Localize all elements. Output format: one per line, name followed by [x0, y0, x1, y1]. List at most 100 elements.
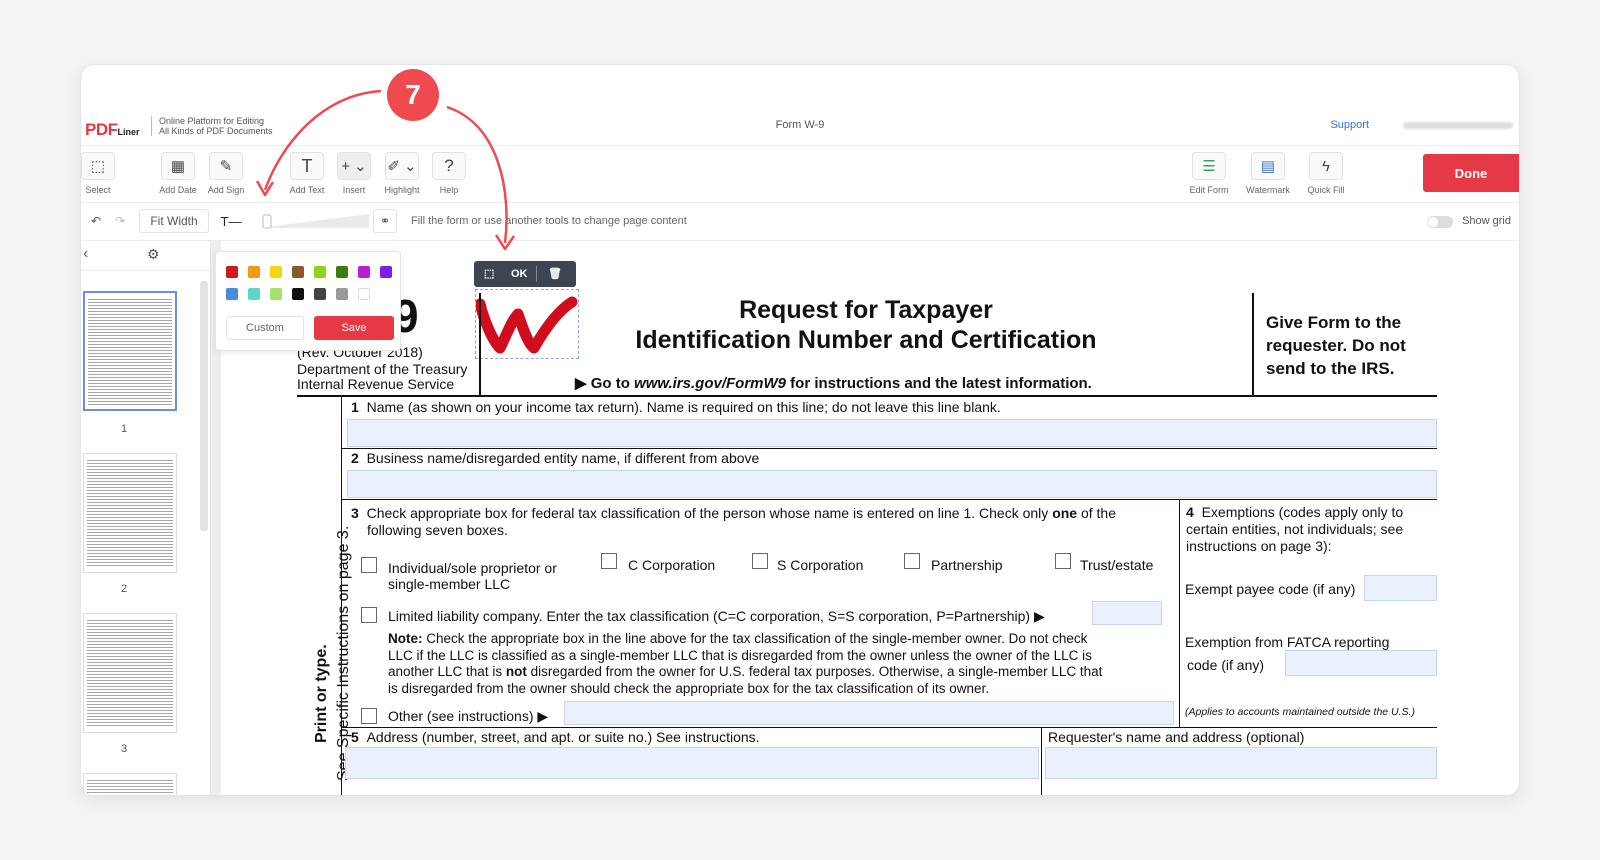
- fit-width-select[interactable]: Fit Width: [139, 209, 209, 233]
- undo-icon[interactable]: ↶: [85, 209, 107, 233]
- color-swatch[interactable]: [314, 288, 326, 300]
- give-form-note: Give Form to the requester. Do not send to…: [1266, 313, 1406, 378]
- print-or-type-label: Print or type.: [313, 644, 330, 743]
- done-button[interactable]: Done: [1423, 154, 1519, 192]
- color-swatch[interactable]: [270, 266, 282, 278]
- color-swatch[interactable]: [292, 266, 304, 278]
- fatca-label: Exemption from FATCA reporting: [1185, 634, 1390, 650]
- thumbnails-header: ‹ ⚙: [81, 241, 210, 271]
- quick-fill-tool[interactable]: ϟ Quick Fill: [1303, 152, 1349, 195]
- thumbnails-scrollbar[interactable]: [200, 281, 208, 531]
- exempt-payee-label: Exempt payee code (if any): [1185, 581, 1356, 597]
- lightning-icon: ϟ: [1309, 152, 1343, 180]
- edit-form-tool[interactable]: ☰ Edit Form: [1186, 152, 1232, 195]
- watermark-tool[interactable]: ▤ Watermark: [1245, 152, 1291, 195]
- form-irs: Internal Revenue Service: [297, 376, 455, 392]
- save-color-button[interactable]: Save: [314, 316, 394, 340]
- add-sign-tool[interactable]: ✎ Add Sign: [203, 152, 249, 195]
- llc-checkbox[interactable]: [361, 607, 377, 623]
- color-swatch[interactable]: [270, 288, 282, 300]
- color-palette-popup: Custom Save: [215, 251, 401, 351]
- fatca-applies-note: (Applies to accounts maintained outside …: [1185, 706, 1415, 718]
- line3-label: 3 Check appropriate box for federal tax …: [351, 505, 1116, 538]
- color-swatch[interactable]: [314, 266, 326, 278]
- llc-note: Note: Check the appropriate box in the l…: [388, 631, 1103, 696]
- page-thumbnail-1[interactable]: [83, 291, 177, 411]
- color-swatch[interactable]: [336, 266, 348, 278]
- text-color-button[interactable]: T—: [213, 209, 249, 233]
- main-toolbar: ⬚ Select ▦ Add Date ✎ Add Sign T Add Tex…: [81, 145, 1519, 203]
- signature-ok-button[interactable]: OK: [511, 268, 528, 280]
- signature-drawing: [474, 296, 578, 354]
- color-swatch[interactable]: [226, 288, 238, 300]
- pdf-page: ⬚ OK 🗑 9 (Rev. October 2018) Department …: [221, 241, 1519, 795]
- highlighter-icon: ✐ ⌄: [385, 152, 419, 180]
- other-field[interactable]: [564, 701, 1174, 725]
- chevron-left-icon[interactable]: ‹: [83, 245, 88, 263]
- color-swatch[interactable]: [292, 288, 304, 300]
- page-thumbnails-panel: ‹ ⚙ 1 2 3: [81, 241, 211, 795]
- color-swatch[interactable]: [248, 266, 260, 278]
- help-tool[interactable]: ? Help: [426, 152, 472, 195]
- custom-color-button[interactable]: Custom: [226, 316, 304, 340]
- address-field[interactable]: [345, 747, 1039, 779]
- move-cursor-icon[interactable]: ⬚: [484, 267, 494, 280]
- link-icon[interactable]: ⚭: [373, 209, 397, 233]
- individual-checkbox[interactable]: [361, 557, 377, 573]
- redo-icon[interactable]: ↷: [109, 209, 131, 233]
- color-swatch[interactable]: [248, 288, 260, 300]
- s-corporation-label: S Corporation: [777, 557, 864, 573]
- highlight-tool[interactable]: ✐ ⌄ Highlight: [379, 152, 425, 195]
- hint-text: Fill the form or use another tools to ch…: [411, 215, 687, 227]
- cursor-icon: ⬚: [81, 152, 115, 180]
- trust-estate-label: Trust/estate: [1080, 557, 1154, 573]
- fatca-field[interactable]: [1285, 650, 1437, 676]
- color-swatch[interactable]: [336, 288, 348, 300]
- page-number-3: 3: [121, 743, 128, 755]
- page-thumbnail-2[interactable]: [83, 453, 177, 573]
- c-corporation-checkbox[interactable]: [601, 553, 617, 569]
- llc-classification-field[interactable]: [1092, 601, 1162, 625]
- requester-label: Requester's name and address (optional): [1048, 729, 1305, 745]
- page-thumbnail-3[interactable]: [83, 613, 177, 733]
- other-checkbox[interactable]: [361, 708, 377, 724]
- plus-icon: + ⌄: [337, 152, 371, 180]
- pen-icon: ✎: [209, 152, 243, 180]
- support-link[interactable]: Support: [1330, 119, 1369, 131]
- insert-tool[interactable]: + ⌄ Insert: [331, 152, 377, 195]
- signature-toolbar: ⬚ OK 🗑: [474, 261, 576, 287]
- individual-label: Individual/sole proprietor or single-memb…: [388, 560, 557, 592]
- form-title-line-1: Request for Taxpayer: [739, 296, 993, 324]
- signature-box[interactable]: [474, 289, 579, 359]
- exemptions-label: 4 Exemptions (codes apply only to certai…: [1186, 504, 1404, 554]
- color-swatch[interactable]: [226, 266, 238, 278]
- step-badge: 7: [387, 69, 439, 121]
- trust-estate-checkbox[interactable]: [1055, 553, 1071, 569]
- add-date-tool[interactable]: ▦ Add Date: [155, 152, 201, 195]
- name-field[interactable]: [347, 419, 1437, 447]
- calendar-icon: ▦: [161, 152, 195, 180]
- color-swatch[interactable]: [358, 288, 370, 300]
- show-grid-toggle[interactable]: [1427, 216, 1453, 228]
- watermark-icon: ▤: [1251, 152, 1285, 180]
- show-grid-label: Show grid: [1462, 215, 1511, 227]
- trash-icon[interactable]: 🗑: [548, 267, 562, 280]
- exempt-payee-field[interactable]: [1364, 575, 1437, 601]
- color-swatch[interactable]: [380, 266, 392, 278]
- form-goto-line: ▶ Go to www.irs.gov/FormW9 for instructi…: [575, 375, 1092, 392]
- business-name-field[interactable]: [347, 470, 1437, 498]
- page-settings-icon[interactable]: ⚙: [147, 246, 160, 263]
- color-swatch[interactable]: [358, 266, 370, 278]
- select-tool[interactable]: ⬚ Select: [81, 152, 121, 195]
- sub-toolbar: ↶ ↷ Fit Width T— ⚭ Fill the form or use …: [81, 203, 1519, 241]
- line2-label: 2 Business name/disregarded entity name,…: [351, 450, 760, 466]
- question-icon: ?: [432, 152, 466, 180]
- partnership-checkbox[interactable]: [904, 553, 920, 569]
- fatca-code-label: code (if any): [1187, 657, 1265, 673]
- size-slider[interactable]: [259, 212, 369, 230]
- form-title-line-2: Identification Number and Certification: [635, 326, 1097, 354]
- add-text-tool[interactable]: T Add Text: [284, 152, 330, 195]
- requester-field[interactable]: [1045, 747, 1437, 779]
- s-corporation-checkbox[interactable]: [752, 553, 768, 569]
- page-thumbnail-4[interactable]: [83, 773, 177, 795]
